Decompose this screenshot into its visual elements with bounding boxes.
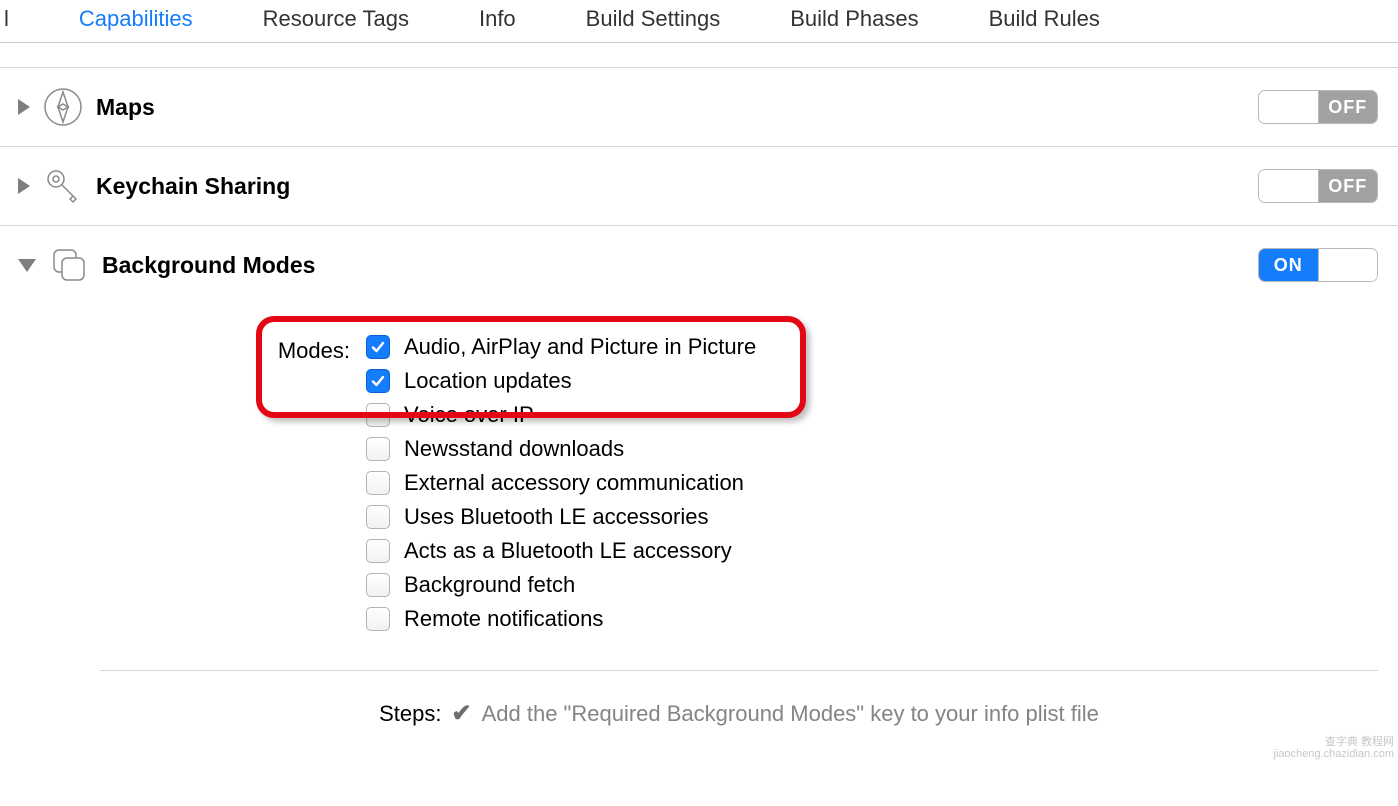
disclosure-icon[interactable] [18, 259, 36, 272]
mode-item: Background fetch [366, 572, 756, 598]
mode-item: External accessory communication [366, 470, 756, 496]
tab-bar: l Capabilities Resource Tags Info Build … [0, 0, 1398, 43]
background-modes-toggle[interactable]: ON [1258, 248, 1378, 282]
tab-build-phases[interactable]: Build Phases [790, 6, 918, 32]
mode-item: Remote notifications [366, 606, 756, 632]
mode-checkbox[interactable] [366, 539, 390, 563]
mode-checkbox[interactable] [366, 403, 390, 427]
mode-label: Uses Bluetooth LE accessories [404, 504, 709, 530]
tab-resource-tags[interactable]: Resource Tags [263, 6, 409, 32]
mode-checkbox[interactable] [366, 335, 390, 359]
mode-checkbox[interactable] [366, 471, 390, 495]
section-title: Keychain Sharing [96, 173, 1258, 200]
mode-checkbox[interactable] [366, 573, 390, 597]
mode-label: Location updates [404, 368, 572, 394]
modes-label: Modes: [270, 334, 350, 364]
mode-item: Voice over IP [366, 402, 756, 428]
tab-info[interactable]: Info [479, 6, 516, 32]
mode-checkbox[interactable] [366, 505, 390, 529]
modes-list: Audio, AirPlay and Picture in Picture Loc… [366, 334, 756, 640]
mode-item: Uses Bluetooth LE accessories [366, 504, 756, 530]
mode-label: Newsstand downloads [404, 436, 624, 462]
key-icon [42, 165, 84, 207]
checkmark-icon: ✔ [451, 699, 471, 728]
section-keychain: Keychain Sharing OFF [0, 146, 1398, 226]
mode-item: Location updates [366, 368, 756, 394]
mode-item: Audio, AirPlay and Picture in Picture [366, 334, 756, 360]
section-title: Background Modes [102, 252, 1258, 279]
disclosure-icon[interactable] [18, 99, 30, 115]
mode-checkbox[interactable] [366, 437, 390, 461]
mode-checkbox[interactable] [366, 369, 390, 393]
tab-general-partial[interactable]: l [0, 6, 9, 32]
watermark: 查字典 教程网 jiaocheng.chazidian.com [1274, 736, 1394, 760]
mode-label: Acts as a Bluetooth LE accessory [404, 538, 732, 564]
steps-text: Add the "Required Background Modes" key … [482, 701, 1099, 727]
steps-label: Steps: [379, 701, 441, 727]
mode-item: Acts as a Bluetooth LE accessory [366, 538, 756, 564]
mode-checkbox[interactable] [366, 607, 390, 631]
background-modes-icon [48, 244, 90, 286]
tab-build-rules[interactable]: Build Rules [989, 6, 1100, 32]
mode-label: Audio, AirPlay and Picture in Picture [404, 334, 756, 360]
mode-label: External accessory communication [404, 470, 744, 496]
section-background-modes: Background Modes ON Modes: Audio, AirPla… [0, 225, 1398, 758]
section-title: Maps [96, 94, 1258, 121]
maps-icon [42, 86, 84, 128]
mode-label: Remote notifications [404, 606, 603, 632]
mode-label: Background fetch [404, 572, 575, 598]
disclosure-icon[interactable] [18, 178, 30, 194]
mode-item: Newsstand downloads [366, 436, 756, 462]
section-maps: Maps OFF [0, 67, 1398, 147]
tab-build-settings[interactable]: Build Settings [586, 6, 721, 32]
keychain-toggle[interactable]: OFF [1258, 169, 1378, 203]
maps-toggle[interactable]: OFF [1258, 90, 1378, 124]
tab-capabilities[interactable]: Capabilities [79, 6, 193, 32]
mode-label: Voice over IP [404, 402, 534, 428]
